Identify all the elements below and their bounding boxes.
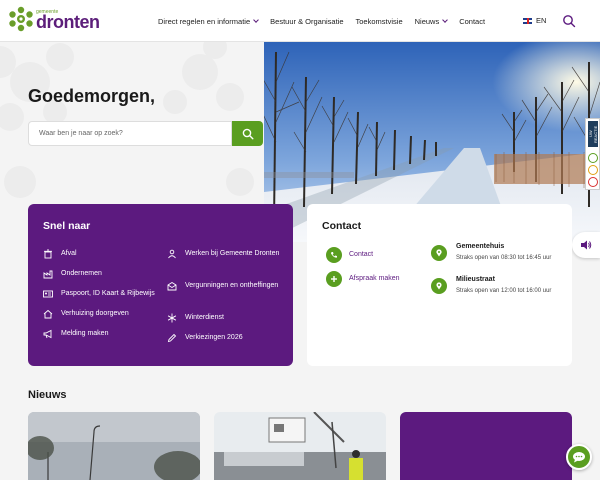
phone-icon bbox=[326, 247, 342, 263]
feedback-label-text: UW REACTIE bbox=[588, 125, 598, 143]
contact-title: Contact bbox=[322, 220, 362, 232]
logo-text: dronten bbox=[36, 12, 100, 32]
quick-links-title: Snel naar bbox=[43, 220, 91, 232]
location-pin-icon bbox=[431, 245, 447, 261]
logo-icon bbox=[9, 6, 33, 32]
quick-link-label: Vergunningen en ontheffingen bbox=[185, 282, 279, 289]
chevron-down-icon bbox=[253, 16, 259, 23]
location-hours: Straks open van 08:30 tot 16:45 uur bbox=[456, 255, 552, 261]
search-icon[interactable] bbox=[562, 14, 576, 28]
trash-icon bbox=[44, 249, 52, 259]
chevron-down-icon bbox=[442, 16, 449, 23]
greeting-heading: Goedemorgen, bbox=[28, 86, 156, 106]
appointment-link[interactable]: Afspraak maken bbox=[349, 275, 400, 282]
pencil-icon bbox=[167, 333, 177, 343]
speaker-icon bbox=[581, 240, 592, 250]
quick-link-label: Afval bbox=[61, 250, 77, 257]
nav-direct-regelen[interactable]: Direct regelen en informatie bbox=[158, 16, 259, 26]
quick-link-vergunningen[interactable]: Vergunningen en ontheffingen bbox=[167, 280, 282, 312]
quick-link-paspoort[interactable]: Paspoort, ID Kaart & Rijbewijs bbox=[43, 288, 168, 308]
language-label: EN bbox=[536, 16, 547, 25]
chat-button[interactable] bbox=[566, 444, 592, 470]
search-input[interactable]: Waar ben je naar op zoek? bbox=[28, 121, 232, 146]
quick-link-label: Ondernemen bbox=[61, 270, 102, 277]
contact-card: Contact Contact Afspraak maken Gemeenteh… bbox=[307, 204, 572, 366]
envelope-icon bbox=[167, 281, 177, 291]
quick-link-afval[interactable]: Afval bbox=[43, 248, 168, 268]
nav-label: Toekomstvisie bbox=[355, 16, 403, 26]
quick-links-left: Afval Ondernemen Paspoort, ID Kaart & Ri… bbox=[43, 248, 168, 348]
location-name: Gemeentehuis bbox=[456, 243, 505, 250]
location-name: Milieustraat bbox=[456, 276, 495, 283]
nav-label: Bestuur & Organisatie bbox=[270, 16, 344, 26]
nav-nieuws[interactable]: Nieuws bbox=[414, 16, 449, 26]
quick-link-melding[interactable]: Melding maken bbox=[43, 328, 168, 348]
main-nav: Direct regelen en informatie Bestuur & O… bbox=[158, 0, 497, 42]
contact-link[interactable]: Contact bbox=[349, 251, 373, 258]
nav-toekomstvisie[interactable]: Toekomstvisie bbox=[356, 17, 403, 26]
quick-link-ondernemen[interactable]: Ondernemen bbox=[43, 268, 168, 288]
id-card-icon bbox=[43, 290, 53, 298]
feedback-label: UW REACTIE bbox=[588, 121, 598, 147]
quick-link-label: Melding maken bbox=[61, 330, 109, 337]
factory-icon bbox=[43, 270, 53, 279]
site-header: gemeente dronten Direct regelen en infor… bbox=[0, 0, 600, 42]
uk-flag-icon bbox=[523, 17, 532, 24]
megaphone-icon bbox=[43, 329, 52, 339]
happy-face-icon[interactable] bbox=[588, 153, 598, 163]
location-pin-icon bbox=[431, 278, 447, 294]
feedback-widget[interactable]: UW REACTIE bbox=[585, 118, 600, 190]
quick-link-label: Winterdienst bbox=[185, 314, 224, 321]
sad-face-icon[interactable] bbox=[588, 177, 598, 187]
quick-link-label: Verhuizing doorgeven bbox=[61, 310, 129, 317]
nav-label: Contact bbox=[459, 16, 486, 26]
location-hours: Straks open van 12:00 tot 16:00 uur bbox=[456, 288, 552, 294]
search-icon bbox=[242, 128, 254, 140]
nav-contact[interactable]: Contact bbox=[459, 17, 485, 26]
quick-link-label: Werken bij Gemeente Dronten bbox=[185, 250, 280, 257]
plus-icon bbox=[326, 271, 342, 287]
news-card-image[interactable] bbox=[214, 412, 386, 480]
snowflake-icon bbox=[167, 313, 177, 323]
quick-link-werken[interactable]: Werken bij Gemeente Dronten bbox=[167, 248, 282, 280]
read-aloud-button[interactable] bbox=[572, 232, 600, 258]
search-button[interactable] bbox=[232, 121, 263, 146]
news-card-image[interactable] bbox=[28, 412, 200, 480]
nav-label: Nieuws bbox=[414, 16, 440, 26]
quick-link-label: Paspoort, ID Kaart & Rijbewijs bbox=[61, 290, 155, 297]
news-card-featured[interactable] bbox=[400, 412, 572, 480]
quick-links-card: Snel naar Afval Ondernemen Paspoort, ID … bbox=[28, 204, 293, 366]
nav-label: Direct regelen en informatie bbox=[158, 16, 251, 26]
quick-link-verkiezingen[interactable]: Verkiezingen 2026 bbox=[167, 332, 282, 352]
logo[interactable]: gemeente dronten bbox=[7, 5, 107, 35]
nav-bestuur[interactable]: Bestuur & Organisatie bbox=[270, 17, 343, 26]
person-icon bbox=[168, 249, 176, 259]
quick-link-winterdienst[interactable]: Winterdienst bbox=[167, 312, 282, 332]
quick-link-label: Verkiezingen 2026 bbox=[185, 334, 243, 341]
news-heading: Nieuws bbox=[28, 389, 67, 401]
quick-link-verhuizing[interactable]: Verhuizing doorgeven bbox=[43, 308, 168, 328]
chat-bubble-icon bbox=[573, 452, 585, 463]
house-icon bbox=[43, 309, 53, 319]
language-switch[interactable]: EN bbox=[523, 16, 546, 25]
quick-links-right: Werken bij Gemeente Dronten Vergunningen… bbox=[167, 248, 282, 352]
neutral-face-icon[interactable] bbox=[588, 165, 598, 175]
